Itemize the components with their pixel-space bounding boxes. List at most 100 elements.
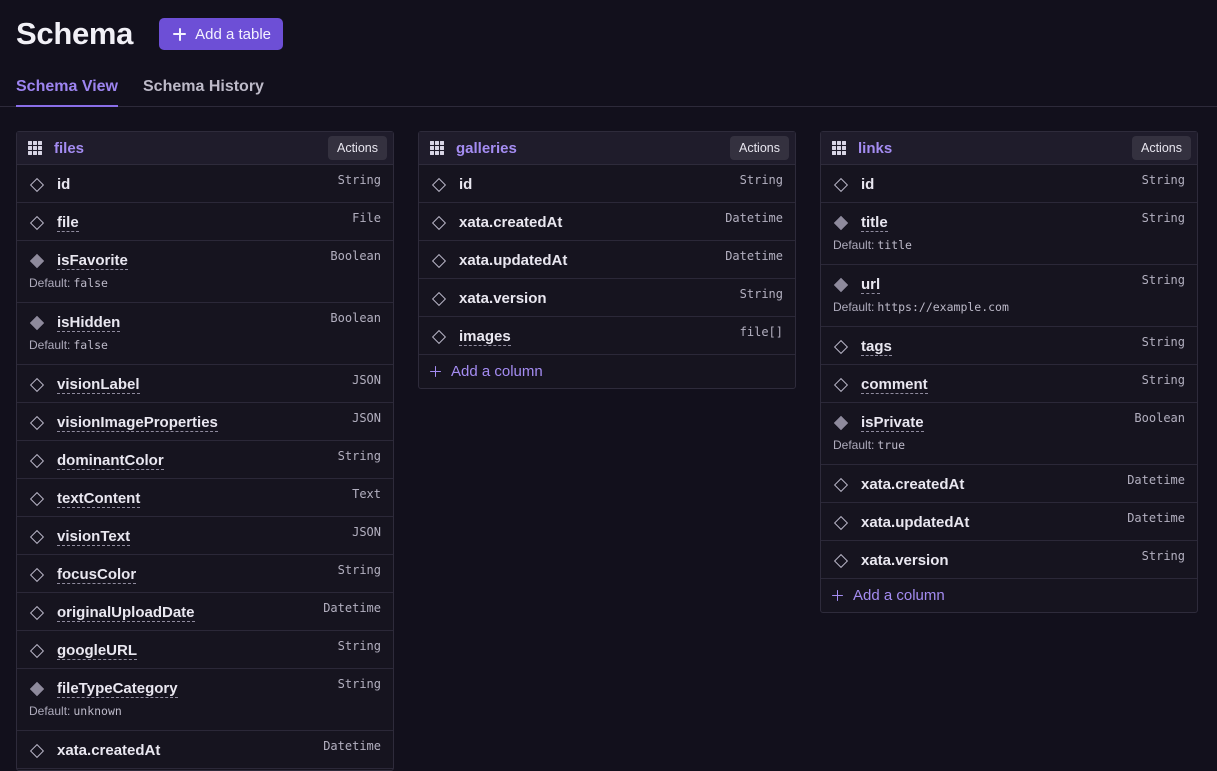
column-name: visionLabel [57,375,140,394]
column-type: String [337,173,381,187]
column-name: xata.updatedAt [459,252,568,269]
add-table-label: Add a table [195,25,272,43]
column-row-top: file File [29,211,381,232]
default-label: Default: [833,438,875,452]
diamond-icon [29,529,45,544]
diamond-icon [431,329,447,344]
column-row[interactable]: isPrivate Boolean Default: true [821,403,1197,465]
column-row-top: originalUploadDate Datetime [29,601,381,622]
column-row[interactable]: xata.createdAt Datetime [821,465,1197,503]
column-name: textContent [57,489,141,508]
column-row[interactable]: focusColor String [17,555,393,593]
table-grid-icon [832,141,846,155]
column-type: file[] [739,325,783,339]
column-row[interactable]: url String Default: https://example.com [821,265,1197,327]
column-row[interactable]: id String [821,165,1197,203]
diamond-icon [29,643,45,658]
column-row[interactable]: id String [419,165,795,203]
column-row[interactable]: visionText JSON [17,517,393,555]
table-card-files: files Actions id String file File isFavorite Bo… [16,131,394,771]
column-row[interactable]: comment String [821,365,1197,403]
add-table-button[interactable]: Add a table [159,18,284,50]
diamond-icon [29,415,45,430]
column-name: xata.updatedAt [861,514,970,531]
column-row-top: xata.updatedAt Datetime [431,249,783,269]
tab-schema-view[interactable]: Schema View [16,70,118,107]
column-row[interactable]: dominantColor String [17,441,393,479]
schema-tabs: Schema View Schema History [0,70,1217,107]
column-name: id [459,176,473,193]
column-row-top: textContent Text [29,487,381,508]
column-row[interactable]: images file[] [419,317,795,355]
column-row[interactable]: tags String [821,327,1197,365]
table-name[interactable]: galleries [456,140,517,157]
column-row[interactable]: xata.createdAt Datetime [419,203,795,241]
column-name: xata.createdAt [57,742,161,759]
column-row[interactable]: isHidden Boolean Default: false [17,303,393,365]
column-type: String [1141,173,1185,187]
column-row-top: dominantColor String [29,449,381,470]
column-name: images [459,327,511,346]
default-value: true [877,438,906,452]
column-type: String [1141,549,1185,563]
column-default: Default: false [29,276,381,290]
plus-icon [173,27,187,41]
diamond-icon [431,215,447,230]
diamond-icon [833,339,849,354]
column-row[interactable]: xata.version String [821,541,1197,579]
column-row[interactable]: xata.updatedAt Datetime [821,503,1197,541]
column-type: Datetime [323,739,381,753]
column-row[interactable]: originalUploadDate Datetime [17,593,393,631]
column-row-top: title String [833,211,1185,232]
add-column-button[interactable]: Add a column [821,579,1197,612]
column-type: String [337,639,381,653]
diamond-icon [29,453,45,468]
column-row-top: visionImageProperties JSON [29,411,381,432]
column-row[interactable]: file File [17,203,393,241]
actions-button[interactable]: Actions [730,136,789,160]
diamond-filled-icon [833,415,849,430]
column-type: String [1141,335,1185,349]
column-row[interactable]: title String Default: title [821,203,1197,265]
tab-schema-history[interactable]: Schema History [143,70,264,107]
column-row-top: tags String [833,335,1185,356]
column-row-top: xata.createdAt Datetime [431,211,783,231]
column-row[interactable]: isFavorite Boolean Default: false [17,241,393,303]
column-row[interactable]: textContent Text [17,479,393,517]
default-value: unknown [73,704,122,718]
default-value: https://example.com [877,300,1009,314]
column-row[interactable]: id String [17,165,393,203]
table-header: links Actions [821,132,1197,165]
column-row[interactable]: xata.createdAt Datetime [17,731,393,769]
table-name[interactable]: links [858,140,892,157]
column-type: Datetime [725,211,783,225]
column-row[interactable]: xata.version String [419,279,795,317]
column-row[interactable]: visionImageProperties JSON [17,403,393,441]
column-row[interactable]: xata.updatedAt Datetime [419,241,795,279]
actions-button[interactable]: Actions [1132,136,1191,160]
column-type: JSON [352,373,381,387]
column-name: tags [861,337,892,356]
column-row-top: xata.updatedAt Datetime [833,511,1185,531]
table-header: galleries Actions [419,132,795,165]
column-type: Datetime [1127,511,1185,525]
column-row[interactable]: googleURL String [17,631,393,669]
add-column-button[interactable]: Add a column [419,355,795,388]
column-row[interactable]: visionLabel JSON [17,365,393,403]
diamond-filled-icon [29,681,45,696]
diamond-icon [833,177,849,192]
column-default: Default: unknown [29,704,381,718]
column-type: JSON [352,525,381,539]
column-name: title [861,213,888,232]
column-row-top: isPrivate Boolean [833,411,1185,432]
actions-button[interactable]: Actions [328,136,387,160]
column-default: Default: title [833,238,1185,252]
column-row[interactable]: fileTypeCategory String Default: unknown [17,669,393,731]
column-name: xata.createdAt [459,214,563,231]
column-name: dominantColor [57,451,164,470]
diamond-icon [431,177,447,192]
default-label: Default: [29,276,71,290]
table-name[interactable]: files [54,140,84,157]
default-label: Default: [833,238,875,252]
column-type: JSON [352,411,381,425]
